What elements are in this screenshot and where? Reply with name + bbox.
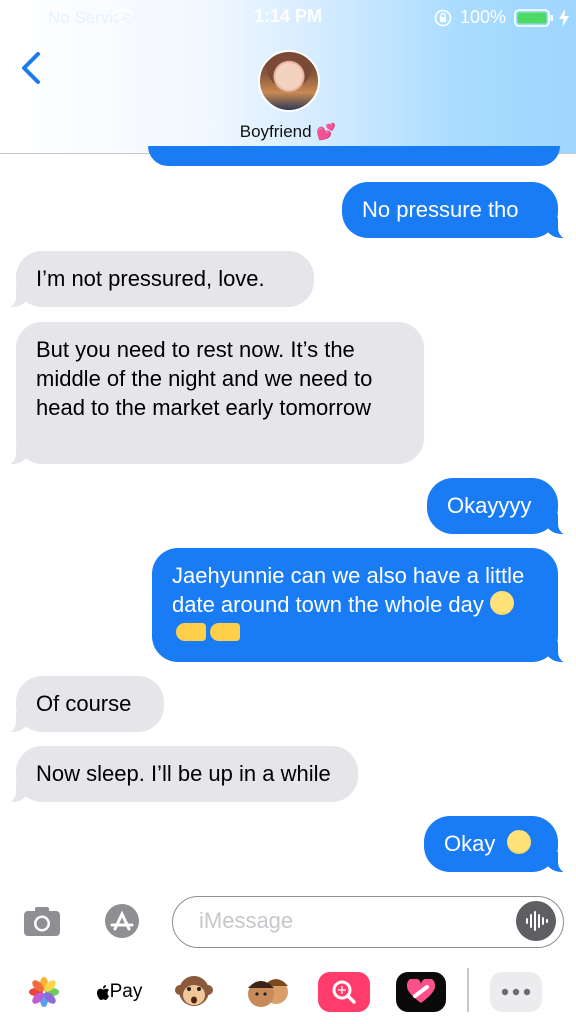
two-hearts-emoji: 💕 xyxy=(316,124,337,141)
message-text: I’m not pressured, love. xyxy=(36,266,265,291)
audio-message-icon[interactable] xyxy=(516,901,556,941)
app-store-icon[interactable] xyxy=(96,902,146,940)
sent-message[interactable]: No pressure tho xyxy=(342,182,576,240)
conversation-header: No Service 1:14 PM 100% Boyfriend 💕 xyxy=(0,0,576,154)
sent-message[interactable]: Jaehyunnie can we also have a little dat… xyxy=(152,548,576,664)
heart-app-icon[interactable] xyxy=(396,972,446,1012)
battery-percentage: 100% xyxy=(460,7,507,27)
message-text: Okay xyxy=(444,831,496,856)
message-text: Okayyyy xyxy=(447,493,532,518)
previous-sent-bubble xyxy=(148,146,560,166)
image-search-icon[interactable] xyxy=(318,972,370,1012)
relieved-face-emoji xyxy=(507,830,532,854)
app-drawer: Pay xyxy=(0,960,576,1024)
received-message[interactable]: Now sleep. I’ll be up in a while xyxy=(0,746,358,804)
received-message[interactable]: But you need to rest now. It’s the middl… xyxy=(0,322,424,466)
message-text: Of course xyxy=(36,691,132,716)
memoji-icon[interactable] xyxy=(244,972,292,1012)
contact-name[interactable]: Boyfriend 💕 xyxy=(0,122,576,142)
apple-pay-label: Pay xyxy=(109,981,143,1002)
photos-icon[interactable] xyxy=(28,976,60,1008)
camera-icon[interactable] xyxy=(22,904,62,938)
magnifier-icon xyxy=(332,980,356,1004)
contact-avatar[interactable] xyxy=(258,50,320,112)
message-text: Jaehyunnie can we also have a little dat… xyxy=(172,563,525,617)
contact-name-text: Boyfriend xyxy=(239,122,312,141)
compose-bar: iMessage xyxy=(0,888,576,956)
sent-message[interactable]: Okay xyxy=(424,816,576,874)
drawer-divider xyxy=(467,968,469,1012)
ellipsis-icon xyxy=(501,988,531,996)
pleading-face-emoji xyxy=(490,591,515,615)
heart-icon xyxy=(406,979,436,1003)
input-placeholder: iMessage xyxy=(199,908,294,933)
message-text: But you need to rest now. It’s the middl… xyxy=(36,337,373,420)
imessage-input[interactable]: iMessage xyxy=(172,896,564,948)
pointing-left-emoji xyxy=(210,623,240,641)
battery-icon xyxy=(514,9,553,27)
received-message[interactable]: I’m not pressured, love. xyxy=(0,251,314,309)
message-text: Now sleep. I’ll be up in a while xyxy=(36,761,331,786)
chevron-left-icon[interactable] xyxy=(18,50,44,86)
received-message[interactable]: Of course xyxy=(0,676,164,734)
message-text: No pressure tho xyxy=(362,197,519,222)
charging-bolt-icon xyxy=(559,9,569,27)
sent-message[interactable]: Okayyyy xyxy=(427,478,576,536)
status-bar: No Service 1:14 PM 100% xyxy=(0,0,576,36)
monkey-emoji-icon[interactable] xyxy=(174,972,214,1012)
apple-logo-icon xyxy=(96,984,109,1000)
pointing-right-emoji xyxy=(176,623,206,641)
apple-pay-button[interactable]: Pay xyxy=(92,972,146,1012)
more-icon[interactable] xyxy=(490,972,542,1012)
rotation-lock-icon xyxy=(434,9,452,27)
